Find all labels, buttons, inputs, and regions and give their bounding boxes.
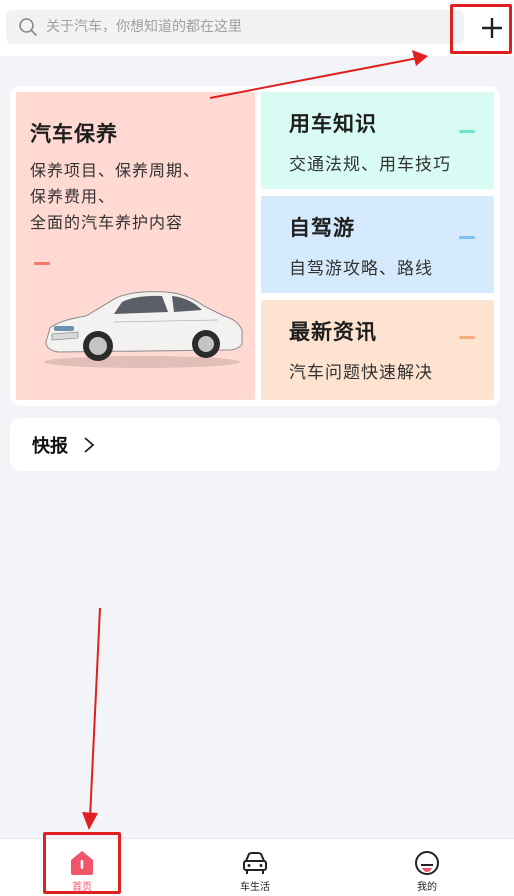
- latest-news-card[interactable]: 最新资讯 汽车问题快速解决: [261, 300, 494, 400]
- profile-icon: [415, 851, 439, 875]
- quick-news-row[interactable]: 快报: [10, 418, 500, 471]
- car-knowledge-card[interactable]: 用车知识 交通法规、用车技巧: [261, 92, 494, 189]
- arrowhead: [82, 812, 98, 830]
- car-illustration: [44, 291, 243, 368]
- search-icon: [19, 18, 37, 36]
- car-knowledge-title: 用车知识: [289, 112, 377, 136]
- nav-car-life[interactable]: 车生活: [210, 839, 300, 896]
- highlight-box-home-tab: [43, 832, 121, 894]
- chevron-right-icon: [84, 436, 95, 453]
- accent-dash: [459, 336, 475, 339]
- car-knowledge-subtitle: 交通法规、用车技巧: [289, 155, 451, 175]
- latest-news-title: 最新资讯: [289, 320, 377, 344]
- self-drive-title: 自驾游: [289, 216, 355, 240]
- desc-line: 全面的汽车养护内容: [30, 213, 184, 232]
- app-page: 汽车保养 保养项目、保养周期、 保养费用、 全面的汽车养护内容: [0, 0, 514, 896]
- quick-news-label: 快报: [32, 435, 68, 457]
- top-bar: [0, 0, 514, 56]
- nav-profile[interactable]: 我的: [382, 839, 472, 896]
- desc-line: 保养费用、: [30, 187, 116, 206]
- highlight-box-add-button: [450, 4, 512, 54]
- self-drive-card[interactable]: 自驾游 自驾游攻略、路线: [261, 196, 494, 293]
- accent-dash: [34, 262, 50, 265]
- desc-line: 保养项目、保养周期、: [30, 161, 201, 180]
- accent-dash: [459, 130, 475, 133]
- self-drive-subtitle: 自驾游攻略、路线: [289, 259, 433, 279]
- car-maintenance-card[interactable]: 汽车保养 保养项目、保养周期、 保养费用、 全面的汽车养护内容: [16, 92, 255, 400]
- arrow-to-home-tab: [89, 607, 101, 819]
- search-bar[interactable]: [6, 10, 464, 44]
- feature-card-block: 汽车保养 保养项目、保养周期、 保养费用、 全面的汽车养护内容 用车知识 交通法…: [10, 86, 500, 406]
- latest-news-subtitle: 汽车问题快速解决: [289, 363, 433, 383]
- car-icon: [243, 852, 267, 874]
- nav-profile-label: 我的: [417, 882, 437, 893]
- car-maintenance-title: 汽车保养: [30, 122, 118, 146]
- car-maintenance-desc: 保养项目、保养周期、 保养费用、 全面的汽车养护内容: [30, 158, 200, 236]
- nav-car-life-label: 车生活: [240, 882, 270, 893]
- search-input[interactable]: [46, 12, 426, 42]
- accent-dash: [459, 236, 475, 239]
